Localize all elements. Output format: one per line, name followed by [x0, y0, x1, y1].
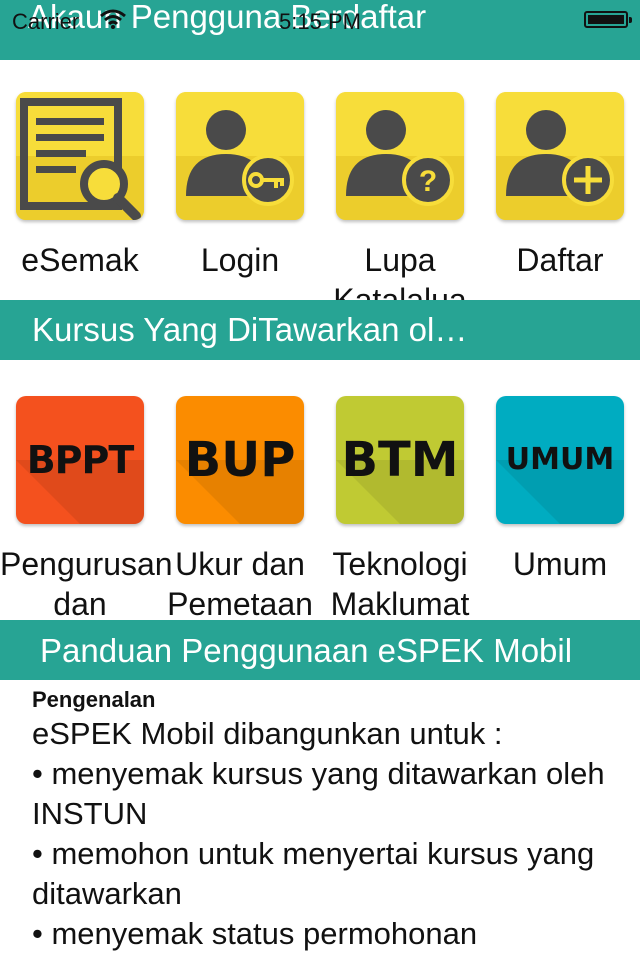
guide-content: Pengenalan eSPEK Mobil dibangunkan untuk… [0, 680, 640, 960]
guide-header: Panduan Penggunaan eSPEK Mobil [0, 620, 640, 680]
course-label-btm: Teknologi Maklumat [330, 546, 470, 620]
status-bar: Carrier 5:15 PM [0, 0, 640, 40]
bup-code: BUP [184, 432, 296, 488]
bppt-code: BPPT [26, 438, 135, 482]
user-key-icon [176, 92, 304, 220]
esemak-tile[interactable]: eSemak [0, 60, 160, 300]
course-tile-btm[interactable]: BTM Teknologi Maklumat [320, 360, 480, 620]
course-label-bppt: Pengurusan dan [0, 546, 173, 620]
user-question-icon: ? [336, 92, 464, 220]
account-tiles: eSemak Login ? Lupa Katalalua Daftar [0, 60, 640, 300]
umum-icon: UMUM [496, 396, 624, 524]
bup-icon: BUP [176, 396, 304, 524]
forgot-password-tile[interactable]: ? Lupa Katalalua [320, 60, 480, 300]
courses-title: Kursus Yang DiTawarkan ol… [32, 311, 468, 348]
clock: 5:15 PM [279, 9, 361, 34]
btm-code: BTM [341, 432, 459, 488]
forgot-password-label: Lupa Katalalua [333, 242, 467, 300]
course-label-bup: Ukur dan Pemetaan [167, 546, 313, 620]
register-tile[interactable]: Daftar [480, 60, 640, 300]
guide-heading: Pengenalan [32, 687, 156, 712]
course-label-umum: Umum [512, 546, 608, 582]
bppt-icon: BPPT [16, 396, 144, 524]
course-tiles: BPPT Pengurusan dan BUP Ukur dan Pemetaa… [0, 360, 640, 620]
register-label: Daftar [516, 242, 604, 278]
esemak-label: eSemak [21, 242, 139, 278]
login-tile[interactable]: Login [160, 60, 320, 300]
document-search-icon [16, 92, 144, 220]
btm-icon: BTM [336, 396, 464, 524]
user-add-icon [496, 92, 624, 220]
course-tile-umum[interactable]: UMUM Umum [480, 360, 640, 620]
battery-icon [584, 11, 632, 28]
course-tile-bppt[interactable]: BPPT Pengurusan dan [0, 360, 173, 620]
login-label: Login [200, 242, 280, 278]
courses-header: Kursus Yang DiTawarkan ol… [0, 300, 640, 360]
guide-title: Panduan Penggunaan eSPEK Mobil [40, 632, 573, 669]
umum-code: UMUM [505, 442, 615, 477]
guide-body: eSPEK Mobil dibangunkan untuk : • menyem… [32, 716, 605, 951]
svg-text:?: ? [419, 165, 437, 198]
course-tile-bup[interactable]: BUP Ukur dan Pemetaan [160, 360, 320, 620]
